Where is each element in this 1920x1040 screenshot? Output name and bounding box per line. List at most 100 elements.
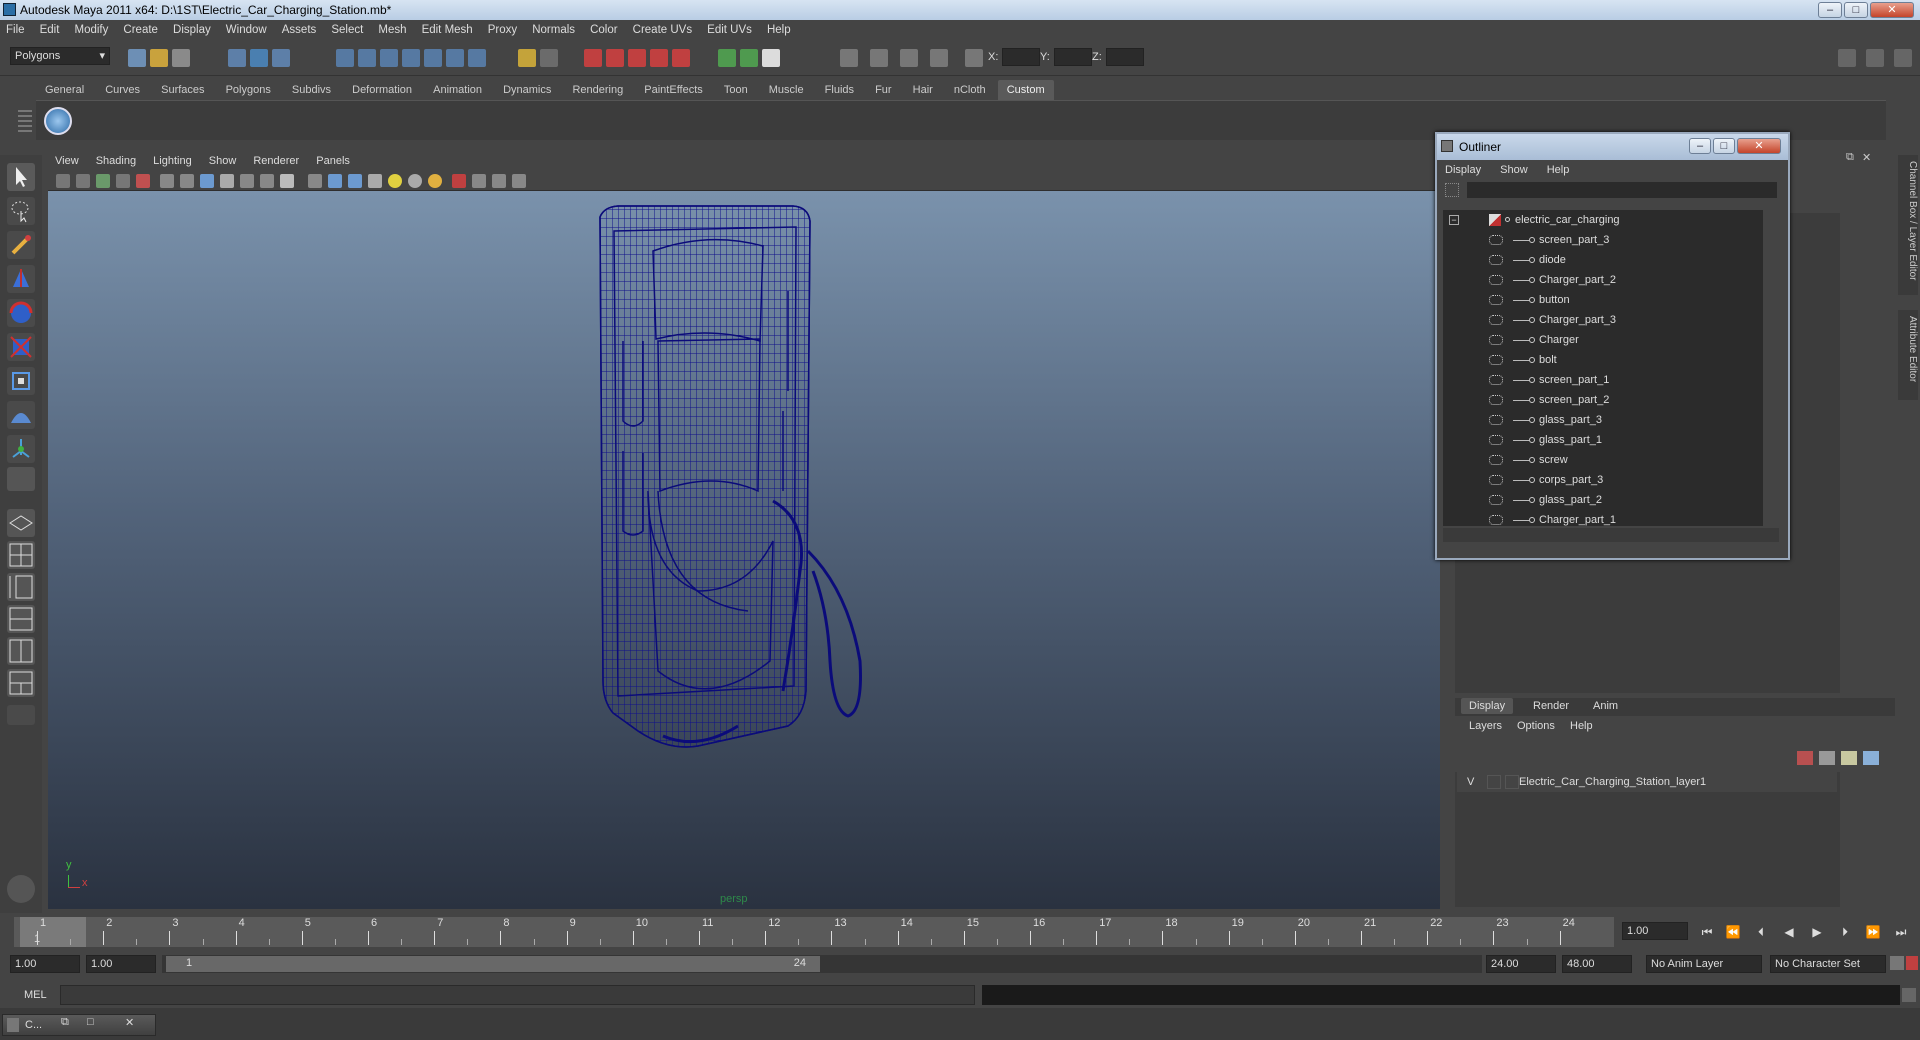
- clipboard-icon[interactable]: [762, 49, 780, 67]
- grid-icon[interactable]: [160, 174, 174, 188]
- paint-select-tool-icon[interactable]: [7, 231, 35, 259]
- command-input[interactable]: [60, 985, 975, 1005]
- layer-row[interactable]: V Electric_Car_Charging_Station_layer1: [1457, 772, 1837, 792]
- animation-preferences-icon[interactable]: [1906, 956, 1918, 970]
- universal-manipulator-icon[interactable]: [7, 367, 35, 395]
- layer-menu-help[interactable]: Help: [1570, 720, 1593, 732]
- shelf-tab-toon[interactable]: Toon: [715, 80, 757, 100]
- animation-end-field[interactable]: 48.00: [1562, 955, 1632, 973]
- outliner-item[interactable]: Charger_part_2: [1443, 270, 1763, 290]
- go-to-start-icon[interactable]: ⏮: [1698, 923, 1716, 941]
- camera-attributes-icon[interactable]: [76, 174, 90, 188]
- outliner-item[interactable]: Charger: [1443, 330, 1763, 350]
- film-gate-icon[interactable]: [136, 174, 150, 188]
- snap-point-icon[interactable]: [380, 49, 398, 67]
- perspective-viewport[interactable]: y x: [48, 191, 1440, 909]
- bookmarks-icon[interactable]: [96, 174, 110, 188]
- close-button[interactable]: ✕: [1870, 2, 1914, 18]
- select-hierarchy-icon[interactable]: [228, 49, 246, 67]
- shelf-tab-curves[interactable]: Curves: [96, 80, 149, 100]
- outliner-item[interactable]: glass_part_3: [1443, 410, 1763, 430]
- shelf-tab-surfaces[interactable]: Surfaces: [152, 80, 213, 100]
- go-to-end-icon[interactable]: ⏭: [1892, 923, 1910, 941]
- isolate-select-icon[interactable]: [308, 174, 322, 188]
- auto-key-icon[interactable]: [1890, 956, 1904, 970]
- transform-mode-icon[interactable]: [965, 49, 983, 67]
- input-line-icon[interactable]: [718, 49, 736, 67]
- viewport-menu-shading[interactable]: Shading: [89, 151, 143, 171]
- attribute-editor-side-tab[interactable]: Attribute Editor: [1898, 310, 1918, 400]
- layer-tab-render[interactable]: Render: [1525, 698, 1577, 714]
- viewport-menu-renderer[interactable]: Renderer: [246, 151, 306, 171]
- default-material-icon[interactable]: [220, 174, 234, 188]
- menu-select[interactable]: Select: [325, 20, 369, 40]
- new-scene-icon[interactable]: [128, 49, 146, 67]
- outliner-minimize-button[interactable]: –: [1689, 138, 1711, 154]
- outliner-item[interactable]: screen_part_3: [1443, 230, 1763, 250]
- outliner-titlebar[interactable]: Outliner – □ ✕: [1437, 134, 1788, 160]
- shadows-icon[interactable]: [368, 174, 382, 188]
- layer-color-swatch[interactable]: [1505, 775, 1519, 789]
- layer-menu-options[interactable]: Options: [1517, 720, 1555, 732]
- all-lights-icon[interactable]: [348, 174, 362, 188]
- select-component-icon[interactable]: [272, 49, 290, 67]
- isolate-view-icon[interactable]: [472, 174, 486, 188]
- last-tool-icon[interactable]: [7, 467, 35, 491]
- layout-outliner-persp-icon[interactable]: [7, 573, 35, 601]
- smooth-shade-icon[interactable]: [200, 174, 214, 188]
- outliner-item[interactable]: glass_part_1: [1443, 430, 1763, 450]
- outliner-item[interactable]: screen_part_2: [1443, 390, 1763, 410]
- motion-blur-icon[interactable]: [512, 174, 526, 188]
- channel-box-side-tab[interactable]: Channel Box / Layer Editor: [1898, 155, 1918, 295]
- outliner-item[interactable]: glass_part_2: [1443, 490, 1763, 510]
- shelf-tab-animation[interactable]: Animation: [424, 80, 491, 100]
- attribute-editor-toggle-icon[interactable]: [1866, 49, 1884, 67]
- render-frame-icon[interactable]: [584, 49, 602, 67]
- render-view-icon[interactable]: [672, 49, 690, 67]
- two-sided-lighting-icon[interactable]: [492, 174, 506, 188]
- menu-modify[interactable]: Modify: [68, 20, 114, 40]
- snap-curve-icon[interactable]: [358, 49, 376, 67]
- minimized-window-tab[interactable]: C... ⧉ □ ✕: [2, 1014, 156, 1036]
- command-language-label[interactable]: MEL: [24, 989, 47, 1001]
- layout-hypershade-icon[interactable]: [7, 637, 35, 665]
- play-backwards-icon[interactable]: ◀: [1780, 923, 1798, 941]
- script-editor-icon[interactable]: [1902, 988, 1916, 1002]
- select-tool-icon[interactable]: [7, 163, 35, 191]
- outliner-item[interactable]: bolt: [1443, 350, 1763, 370]
- viewport-menu-panels[interactable]: Panels: [309, 151, 357, 171]
- shelf-tab-subdivs[interactable]: Subdivs: [283, 80, 340, 100]
- move-layer-up-icon[interactable]: [1841, 751, 1857, 765]
- outliner-close-button[interactable]: ✕: [1737, 138, 1781, 154]
- step-back-frame-icon[interactable]: ⏴: [1752, 923, 1770, 941]
- current-frame-field[interactable]: 1.00: [1622, 922, 1688, 940]
- shelf-tab-rendering[interactable]: Rendering: [563, 80, 632, 100]
- channel-box-icon[interactable]: [930, 49, 948, 67]
- image-plane-icon[interactable]: [116, 174, 130, 188]
- menu-help[interactable]: Help: [761, 20, 797, 40]
- outliner-item[interactable]: diode: [1443, 250, 1763, 270]
- shelf-tab-deformation[interactable]: Deformation: [343, 80, 421, 100]
- construction-history-icon[interactable]: [468, 49, 486, 67]
- outliner-horizontal-scrollbar[interactable]: [1443, 528, 1779, 542]
- layer-visibility-toggle[interactable]: V: [1467, 776, 1474, 788]
- save-scene-icon[interactable]: [172, 49, 190, 67]
- lock-icon[interactable]: [518, 49, 536, 67]
- time-slider[interactable]: 1 12345678910111213141516171819202122232…: [0, 913, 1920, 953]
- step-back-key-icon[interactable]: ⏪: [1724, 923, 1742, 941]
- mel-script-icon[interactable]: [7, 875, 35, 903]
- outliner-menu-help[interactable]: Help: [1539, 160, 1578, 180]
- shelf-tab-polygons[interactable]: Polygons: [217, 80, 280, 100]
- window-tab-close-icon[interactable]: ✕: [125, 1016, 134, 1029]
- outliner-menu-show[interactable]: Show: [1492, 160, 1536, 180]
- snap-surface-icon[interactable]: [424, 49, 442, 67]
- checkmark-shelf-icon[interactable]: [44, 107, 72, 135]
- selection-mask-icon[interactable]: [540, 49, 558, 67]
- snap-grid-icon[interactable]: [336, 49, 354, 67]
- shelf-tab-painteffects[interactable]: PaintEffects: [635, 80, 712, 100]
- snap-plane-icon[interactable]: [402, 49, 420, 67]
- toolbox-expand-icon[interactable]: [7, 705, 35, 725]
- hypershade-icon[interactable]: [650, 49, 668, 67]
- tool-settings-icon[interactable]: [900, 49, 918, 67]
- outliner-root-item[interactable]: − electric_car_charging: [1443, 210, 1763, 230]
